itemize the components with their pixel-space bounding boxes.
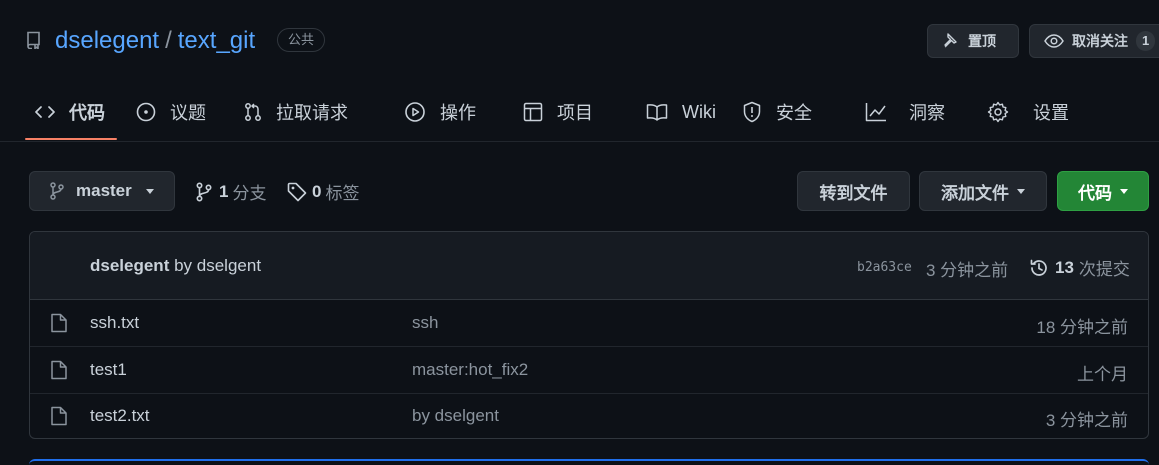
watch-label: 取消关注 <box>1072 33 1128 49</box>
tab-insights[interactable]: 洞察 <box>865 84 945 140</box>
tag-count-label: 标签 <box>325 184 360 203</box>
tab-insights-label: 洞察 <box>909 103 945 123</box>
add-file-button[interactable]: 添加文件 <box>919 171 1047 211</box>
file-icon <box>50 313 68 333</box>
pull-request-icon <box>244 102 262 122</box>
history-icon <box>1029 258 1049 278</box>
file-name-link[interactable]: test1 <box>90 360 127 380</box>
table-icon <box>523 102 543 122</box>
file-name-link[interactable]: test2.txt <box>90 406 150 426</box>
commit-time: 3 分钟之前 <box>926 261 1009 280</box>
file-age: 上个月 <box>1077 365 1128 384</box>
latest-commit-bar: dselegent by dselgent b2a63ce 3 分钟之前 13 … <box>30 232 1148 300</box>
commit-count: 13 <box>1055 257 1074 277</box>
tab-code[interactable]: 代码 <box>35 84 105 140</box>
file-row: ssh.txt ssh 18 分钟之前 <box>30 300 1148 347</box>
repo-owner-link[interactable]: dselegent <box>55 26 159 56</box>
tab-issues[interactable]: 议题 <box>136 84 206 140</box>
tab-settings[interactable]: 设置 <box>987 84 1069 140</box>
repo-name-link[interactable]: text_git <box>178 26 255 56</box>
file-row: test1 master:hot_fix2 上个月 <box>30 347 1148 394</box>
tags-link[interactable]: 0 标签 <box>287 179 359 204</box>
file-age: 3 分钟之前 <box>1045 411 1128 430</box>
commit-author: dselegent by dselgent <box>90 256 261 276</box>
file-icon <box>50 406 68 426</box>
watch-count: 1 <box>1136 31 1156 51</box>
pin-label: 置顶 <box>968 33 996 49</box>
tag-count: 0 <box>312 181 322 201</box>
book-icon <box>646 103 668 121</box>
branch-select[interactable]: master <box>29 171 175 211</box>
issue-icon <box>136 102 156 122</box>
chevron-down-icon <box>145 188 154 194</box>
file-name-link[interactable]: ssh.txt <box>90 313 139 333</box>
tab-projects[interactable]: 项目 <box>523 84 593 140</box>
eye-icon <box>1044 33 1064 49</box>
chevron-down-icon <box>1017 188 1025 194</box>
branch-name: master <box>76 181 132 200</box>
shield-icon <box>742 101 762 123</box>
file-commit-message[interactable]: by dselgent <box>412 406 499 426</box>
file-commit-message[interactable]: master:hot_fix2 <box>412 360 528 380</box>
readme-box-edge <box>29 459 1149 465</box>
goto-file-label: 转到文件 <box>819 183 888 203</box>
tab-security-label: 安全 <box>776 103 812 123</box>
tab-pull-requests[interactable]: 拉取请求 <box>244 84 348 140</box>
commit-author-link[interactable]: dselegent <box>90 256 169 275</box>
goto-file-button[interactable]: 转到文件 <box>797 171 910 211</box>
file-age: 18 分钟之前 <box>1036 318 1128 337</box>
tab-projects-label: 项目 <box>557 103 593 123</box>
tab-security[interactable]: 安全 <box>742 84 812 140</box>
graph-icon <box>865 102 887 122</box>
tab-wiki[interactable]: Wiki <box>646 84 716 140</box>
tab-actions[interactable]: 操作 <box>404 84 476 140</box>
repo-nav: 代码 议题 拉取请求 操作 项目 Wiki 安全 洞察 设置 <box>0 84 1159 142</box>
commit-count-label: 次提交 <box>1078 260 1130 279</box>
file-list: dselegent by dselgent b2a63ce 3 分钟之前 13 … <box>29 231 1149 439</box>
branch-icon <box>50 182 64 200</box>
code-icon <box>35 104 55 120</box>
tab-pull-requests-label: 拉取请求 <box>276 103 348 123</box>
tab-issues-label: 议题 <box>170 103 206 123</box>
file-row: test2.txt by dselgent 3 分钟之前 <box>30 393 1148 438</box>
tag-icon <box>287 182 307 202</box>
commit-message[interactable]: by dselgent <box>174 256 261 275</box>
commit-history-link[interactable]: 13 次提交 <box>1029 255 1130 280</box>
file-commit-message[interactable]: ssh <box>412 313 438 333</box>
branch-count: 1 <box>219 181 229 201</box>
repo-title: dselegent / text_git <box>55 26 255 56</box>
repo-icon <box>26 31 42 49</box>
watch-button[interactable]: 取消关注 1 <box>1029 24 1159 58</box>
repo-separator: / <box>165 27 172 54</box>
code-button-label: 代码 <box>1078 183 1112 203</box>
tab-code-label: 代码 <box>69 103 105 123</box>
branch-icon <box>196 181 212 202</box>
pin-button[interactable]: 置顶 <box>927 24 1019 58</box>
tab-wiki-label: Wiki <box>682 101 716 122</box>
code-button[interactable]: 代码 <box>1057 171 1149 211</box>
tab-settings-label: 设置 <box>1033 103 1069 123</box>
play-icon <box>404 101 426 123</box>
visibility-badge: 公共 <box>277 28 326 52</box>
chevron-down-icon <box>1120 188 1128 194</box>
add-file-label: 添加文件 <box>941 183 1009 203</box>
active-tab-underline <box>25 138 117 140</box>
file-icon <box>50 360 68 380</box>
pin-icon <box>942 32 960 50</box>
gear-icon <box>987 101 1009 123</box>
tab-actions-label: 操作 <box>440 103 476 123</box>
repo-header: dselegent / text_git 公共 置顶 取消关注 1 <box>0 0 1159 84</box>
branches-link[interactable]: 1 分支 <box>196 179 266 204</box>
branch-count-label: 分支 <box>232 184 267 203</box>
commit-sha[interactable]: b2a63ce <box>857 260 912 275</box>
